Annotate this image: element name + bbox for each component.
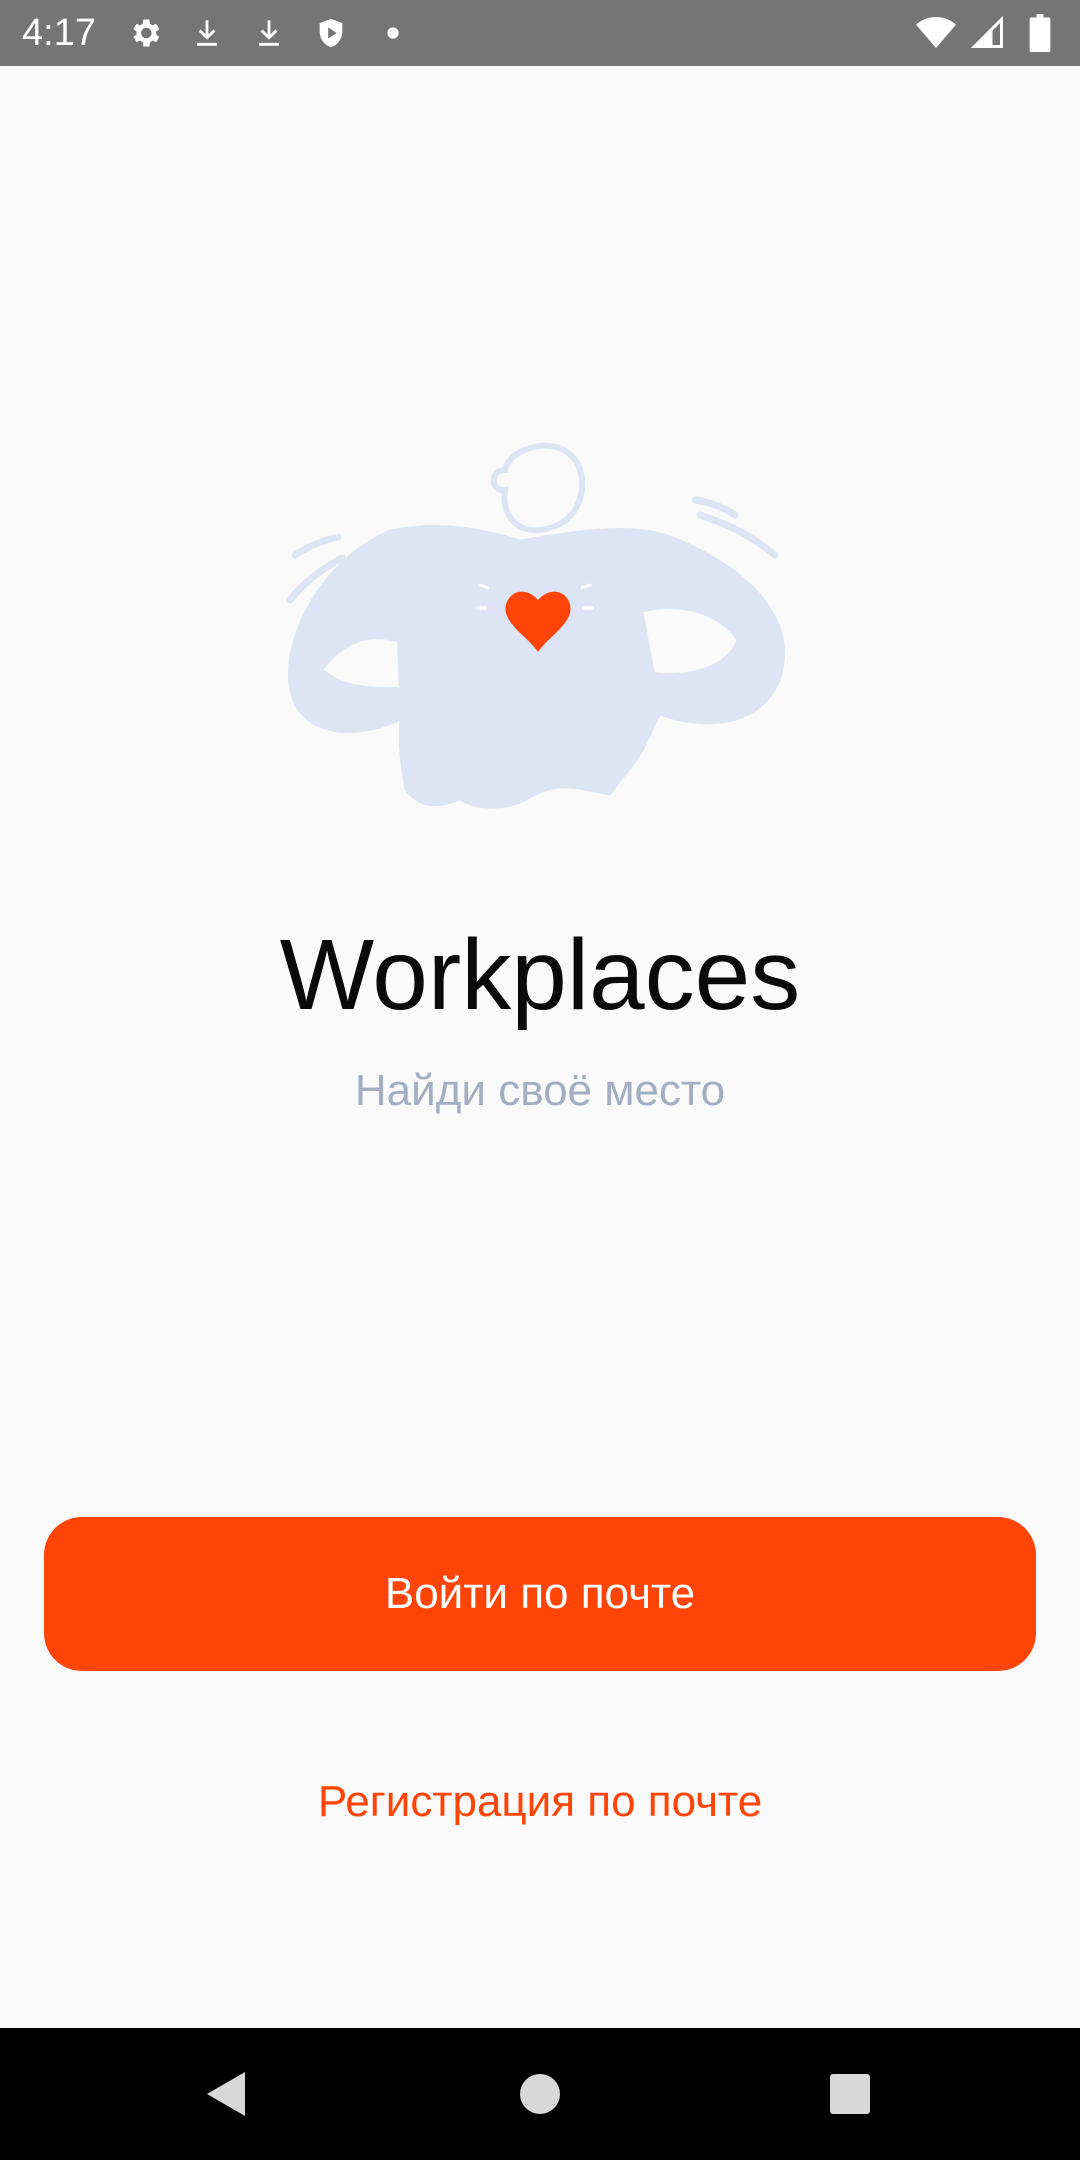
battery-icon xyxy=(1020,13,1060,53)
status-time: 4:17 xyxy=(22,12,96,54)
back-icon[interactable] xyxy=(196,2064,256,2124)
recents-icon[interactable] xyxy=(820,2064,880,2124)
welcome-screen: 4:17 Workplaces Найди своё место Войти п… xyxy=(0,0,1080,2160)
login-by-email-button[interactable]: Войти по почте xyxy=(44,1517,1036,1671)
register-by-email-link[interactable]: Регистрация по почте xyxy=(0,1774,1080,1830)
download-icon xyxy=(249,13,289,53)
wifi-icon xyxy=(916,13,956,53)
settings-icon xyxy=(125,13,165,53)
status-bar: 4:17 xyxy=(0,0,1080,66)
download-icon xyxy=(187,13,227,53)
shield-play-icon xyxy=(311,13,351,53)
dot-icon xyxy=(373,13,413,53)
cell-signal-icon xyxy=(968,13,1008,53)
person-heart-illustration xyxy=(286,442,785,809)
home-icon[interactable] xyxy=(510,2064,570,2124)
app-title: Workplaces xyxy=(279,919,801,1031)
notification-icons xyxy=(125,13,413,53)
app-subtitle: Найди своё место xyxy=(354,1066,726,1115)
system-icons xyxy=(916,13,1060,53)
navigation-bar xyxy=(0,2028,1080,2160)
